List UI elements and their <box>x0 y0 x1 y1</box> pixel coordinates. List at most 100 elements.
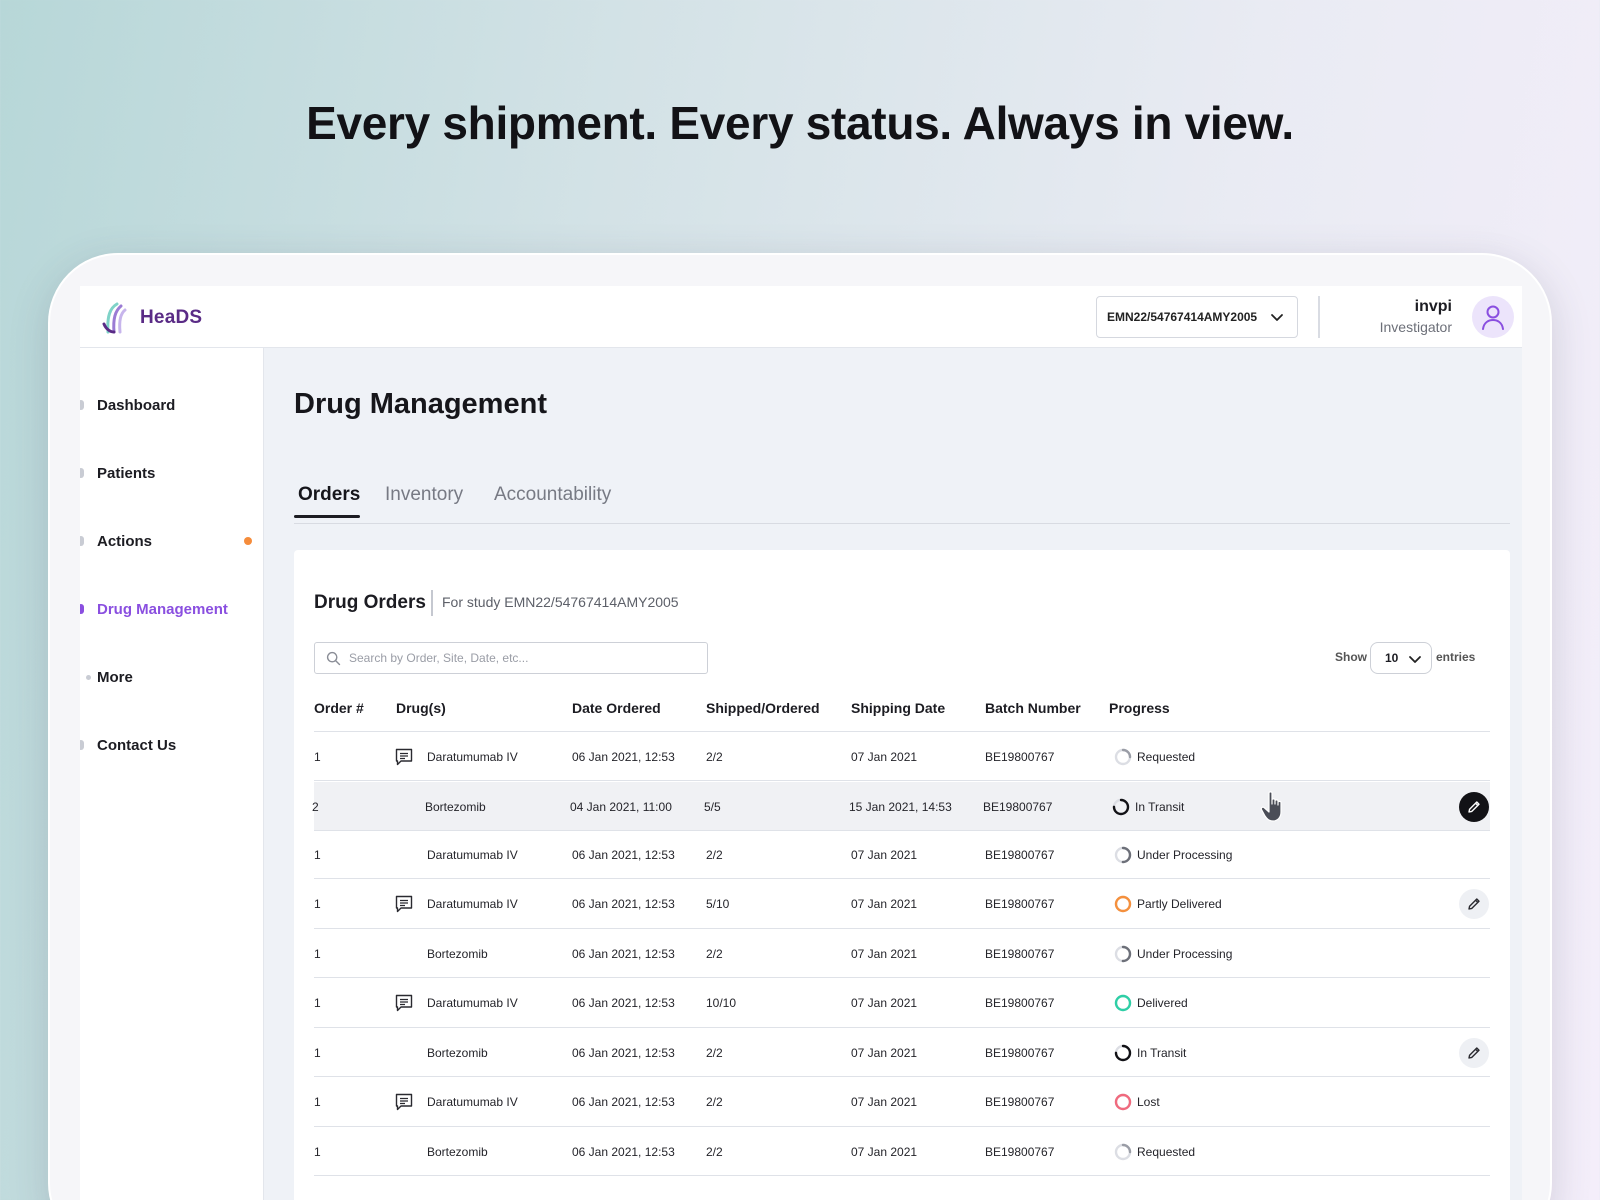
logo-text: HeaDS <box>140 307 203 328</box>
progress-ring-icon <box>1114 1093 1132 1111</box>
tab-inventory[interactable]: Inventory <box>385 484 463 516</box>
column-header-shipped-ordered[interactable]: Shipped/Ordered <box>706 700 820 716</box>
progress-status: Partly Delivered <box>1137 897 1222 911</box>
table-row[interactable]: 1 Bortezomib 06 Jan 2021, 12:53 2/2 07 Jan 2… <box>314 1028 1490 1077</box>
sidebar-item-more[interactable]: More <box>80 662 264 692</box>
progress-ring-icon <box>1114 846 1132 864</box>
nav-bullet <box>80 740 84 750</box>
batch-number: BE19800767 <box>985 848 1055 862</box>
progress-status: Under Processing <box>1137 947 1233 961</box>
shipping-date: 07 Jan 2021 <box>851 1145 918 1159</box>
date-ordered: 06 Jan 2021, 12:53 <box>572 897 675 911</box>
column-header-drugs[interactable]: Drug(s) <box>396 700 446 716</box>
pencil-icon <box>1468 801 1480 813</box>
table-row[interactable]: 1 Daratumumab IV 06 Jan 2021, 12:53 2/2 07 J… <box>314 831 1490 879</box>
order-number: 1 <box>314 947 321 961</box>
table-row[interactable]: 1 Daratumumab IV 06 Jan 2021, 12:53 5/10 07 … <box>314 879 1490 929</box>
sidebar-item-label: Patients <box>97 464 156 482</box>
comment-icon[interactable] <box>394 1092 414 1112</box>
sidebar-item-contact-us[interactable]: Contact Us <box>80 730 264 760</box>
entries-label: entries <box>1436 650 1476 664</box>
table-row[interactable]: 1 Daratumumab IV 06 Jan 2021, 12:53 2/2 07 J… <box>314 732 1490 781</box>
table-row[interactable]: 1 Bortezomib 06 Jan 2021, 12:53 2/2 07 Jan 2… <box>314 929 1490 978</box>
progress-status: Under Processing <box>1137 848 1233 862</box>
tab-orders[interactable]: Orders <box>294 484 360 518</box>
progress-status: Lost <box>1137 1095 1160 1109</box>
sidebar-item-label: More <box>97 668 133 686</box>
logo[interactable]: HeaDS <box>102 302 202 334</box>
tab-active-indicator <box>294 515 360 518</box>
sidebar-item-dashboard[interactable]: Dashboard <box>80 390 264 420</box>
sidebar: Dashboard Patients Actions Drug Manageme… <box>80 348 264 1200</box>
batch-number: BE19800767 <box>985 1145 1055 1159</box>
date-ordered: 04 Jan 2021, 11:00 <box>570 800 672 814</box>
sidebar-item-patients[interactable]: Patients <box>80 458 264 488</box>
progress-ring-icon <box>1114 895 1132 913</box>
date-ordered: 06 Jan 2021, 12:53 <box>572 947 675 961</box>
nav-bullet <box>80 468 84 478</box>
shipped-ordered: 5/5 <box>704 800 721 814</box>
shipped-ordered: 2/2 <box>706 1046 723 1060</box>
logo-mark-icon <box>102 302 127 334</box>
user-name: invpi <box>1414 298 1452 315</box>
shipped-ordered: 10/10 <box>706 996 737 1010</box>
app-screen: HeaDS EMN22/54767414AMY2005 invpi Invest… <box>80 286 1522 1200</box>
pencil-icon <box>1468 1047 1480 1059</box>
batch-number: BE19800767 <box>983 800 1053 814</box>
comment-icon[interactable] <box>394 993 414 1013</box>
tab-label: Inventory <box>385 484 464 505</box>
column-header-batch-number[interactable]: Batch Number <box>985 700 1081 716</box>
progress-ring-icon <box>1114 1143 1132 1161</box>
column-header-order[interactable]: Order # <box>314 700 364 716</box>
sidebar-item-actions[interactable]: Actions <box>80 526 264 556</box>
tab-accountability[interactable]: Accountability <box>494 484 611 516</box>
sidebar-item-label: Actions <box>97 532 153 550</box>
edit-button[interactable] <box>1459 792 1489 822</box>
shipping-date: 07 Jan 2021 <box>851 996 918 1010</box>
sidebar-item-drug-management[interactable]: Drug Management <box>80 594 264 624</box>
progress-status: Requested <box>1137 750 1196 764</box>
drug-orders-card: Drug Orders For study EMN22/54767414AMY2… <box>294 550 1510 1200</box>
batch-number: BE19800767 <box>985 996 1055 1010</box>
drug-name: Daratumumab IV <box>427 996 518 1010</box>
drug-name: Bortezomib <box>427 947 488 961</box>
show-label: Show <box>1335 650 1367 664</box>
drug-name: Daratumumab IV <box>427 897 518 911</box>
shipping-date: 07 Jan 2021 <box>851 1095 918 1109</box>
progress-status: In Transit <box>1137 1046 1187 1060</box>
shipped-ordered: 2/2 <box>706 750 723 764</box>
edit-button[interactable] <box>1459 1038 1489 1068</box>
column-header-progress[interactable]: Progress <box>1109 700 1170 716</box>
order-number: 1 <box>314 897 321 911</box>
table-row[interactable]: 1 Daratumumab IV 06 Jan 2021, 12:53 2/2 07 J… <box>314 1077 1490 1127</box>
shipping-date: 15 Jan 2021, 14:53 <box>849 800 952 814</box>
order-number: 1 <box>314 1145 321 1159</box>
progress-ring-icon <box>1112 798 1130 816</box>
shipped-ordered: 2/2 <box>706 848 723 862</box>
drug-name: Daratumumab IV <box>427 1095 518 1109</box>
chevron-down-icon <box>1409 656 1421 663</box>
progress-status: Requested <box>1137 1145 1196 1159</box>
search-input[interactable] <box>349 651 689 665</box>
study-select[interactable]: EMN22/54767414AMY2005 <box>1096 296 1298 338</box>
entries-select[interactable]: 10 <box>1370 642 1432 674</box>
edit-button[interactable] <box>1459 889 1489 919</box>
nav-bullet <box>80 400 84 410</box>
comment-icon[interactable] <box>394 747 414 767</box>
user-icon <box>1482 305 1504 330</box>
comment-icon[interactable] <box>394 894 414 914</box>
table-row[interactable]: 2 Bortezomib 04 Jan 2021, 11:00 5/5 15 Jan 2… <box>312 782 1490 831</box>
table-row[interactable]: 1 Daratumumab IV 06 Jan 2021, 12:53 10/10 07… <box>314 978 1490 1028</box>
shipping-date: 07 Jan 2021 <box>851 750 918 764</box>
page-title: Drug Management <box>294 388 547 420</box>
avatar[interactable] <box>1472 296 1514 338</box>
date-ordered: 06 Jan 2021, 12:53 <box>572 848 675 862</box>
drug-name: Bortezomib <box>427 1046 488 1060</box>
batch-number: BE19800767 <box>985 947 1055 961</box>
drug-name: Daratumumab IV <box>427 848 518 862</box>
pencil-icon <box>1468 898 1480 910</box>
column-header-shipping-date[interactable]: Shipping Date <box>851 700 945 716</box>
table-row[interactable]: 1 Bortezomib 06 Jan 2021, 12:53 2/2 07 Jan 2… <box>314 1127 1490 1176</box>
card-subtitle: For study EMN22/54767414AMY2005 <box>442 594 679 610</box>
column-header-date-ordered[interactable]: Date Ordered <box>572 700 661 716</box>
